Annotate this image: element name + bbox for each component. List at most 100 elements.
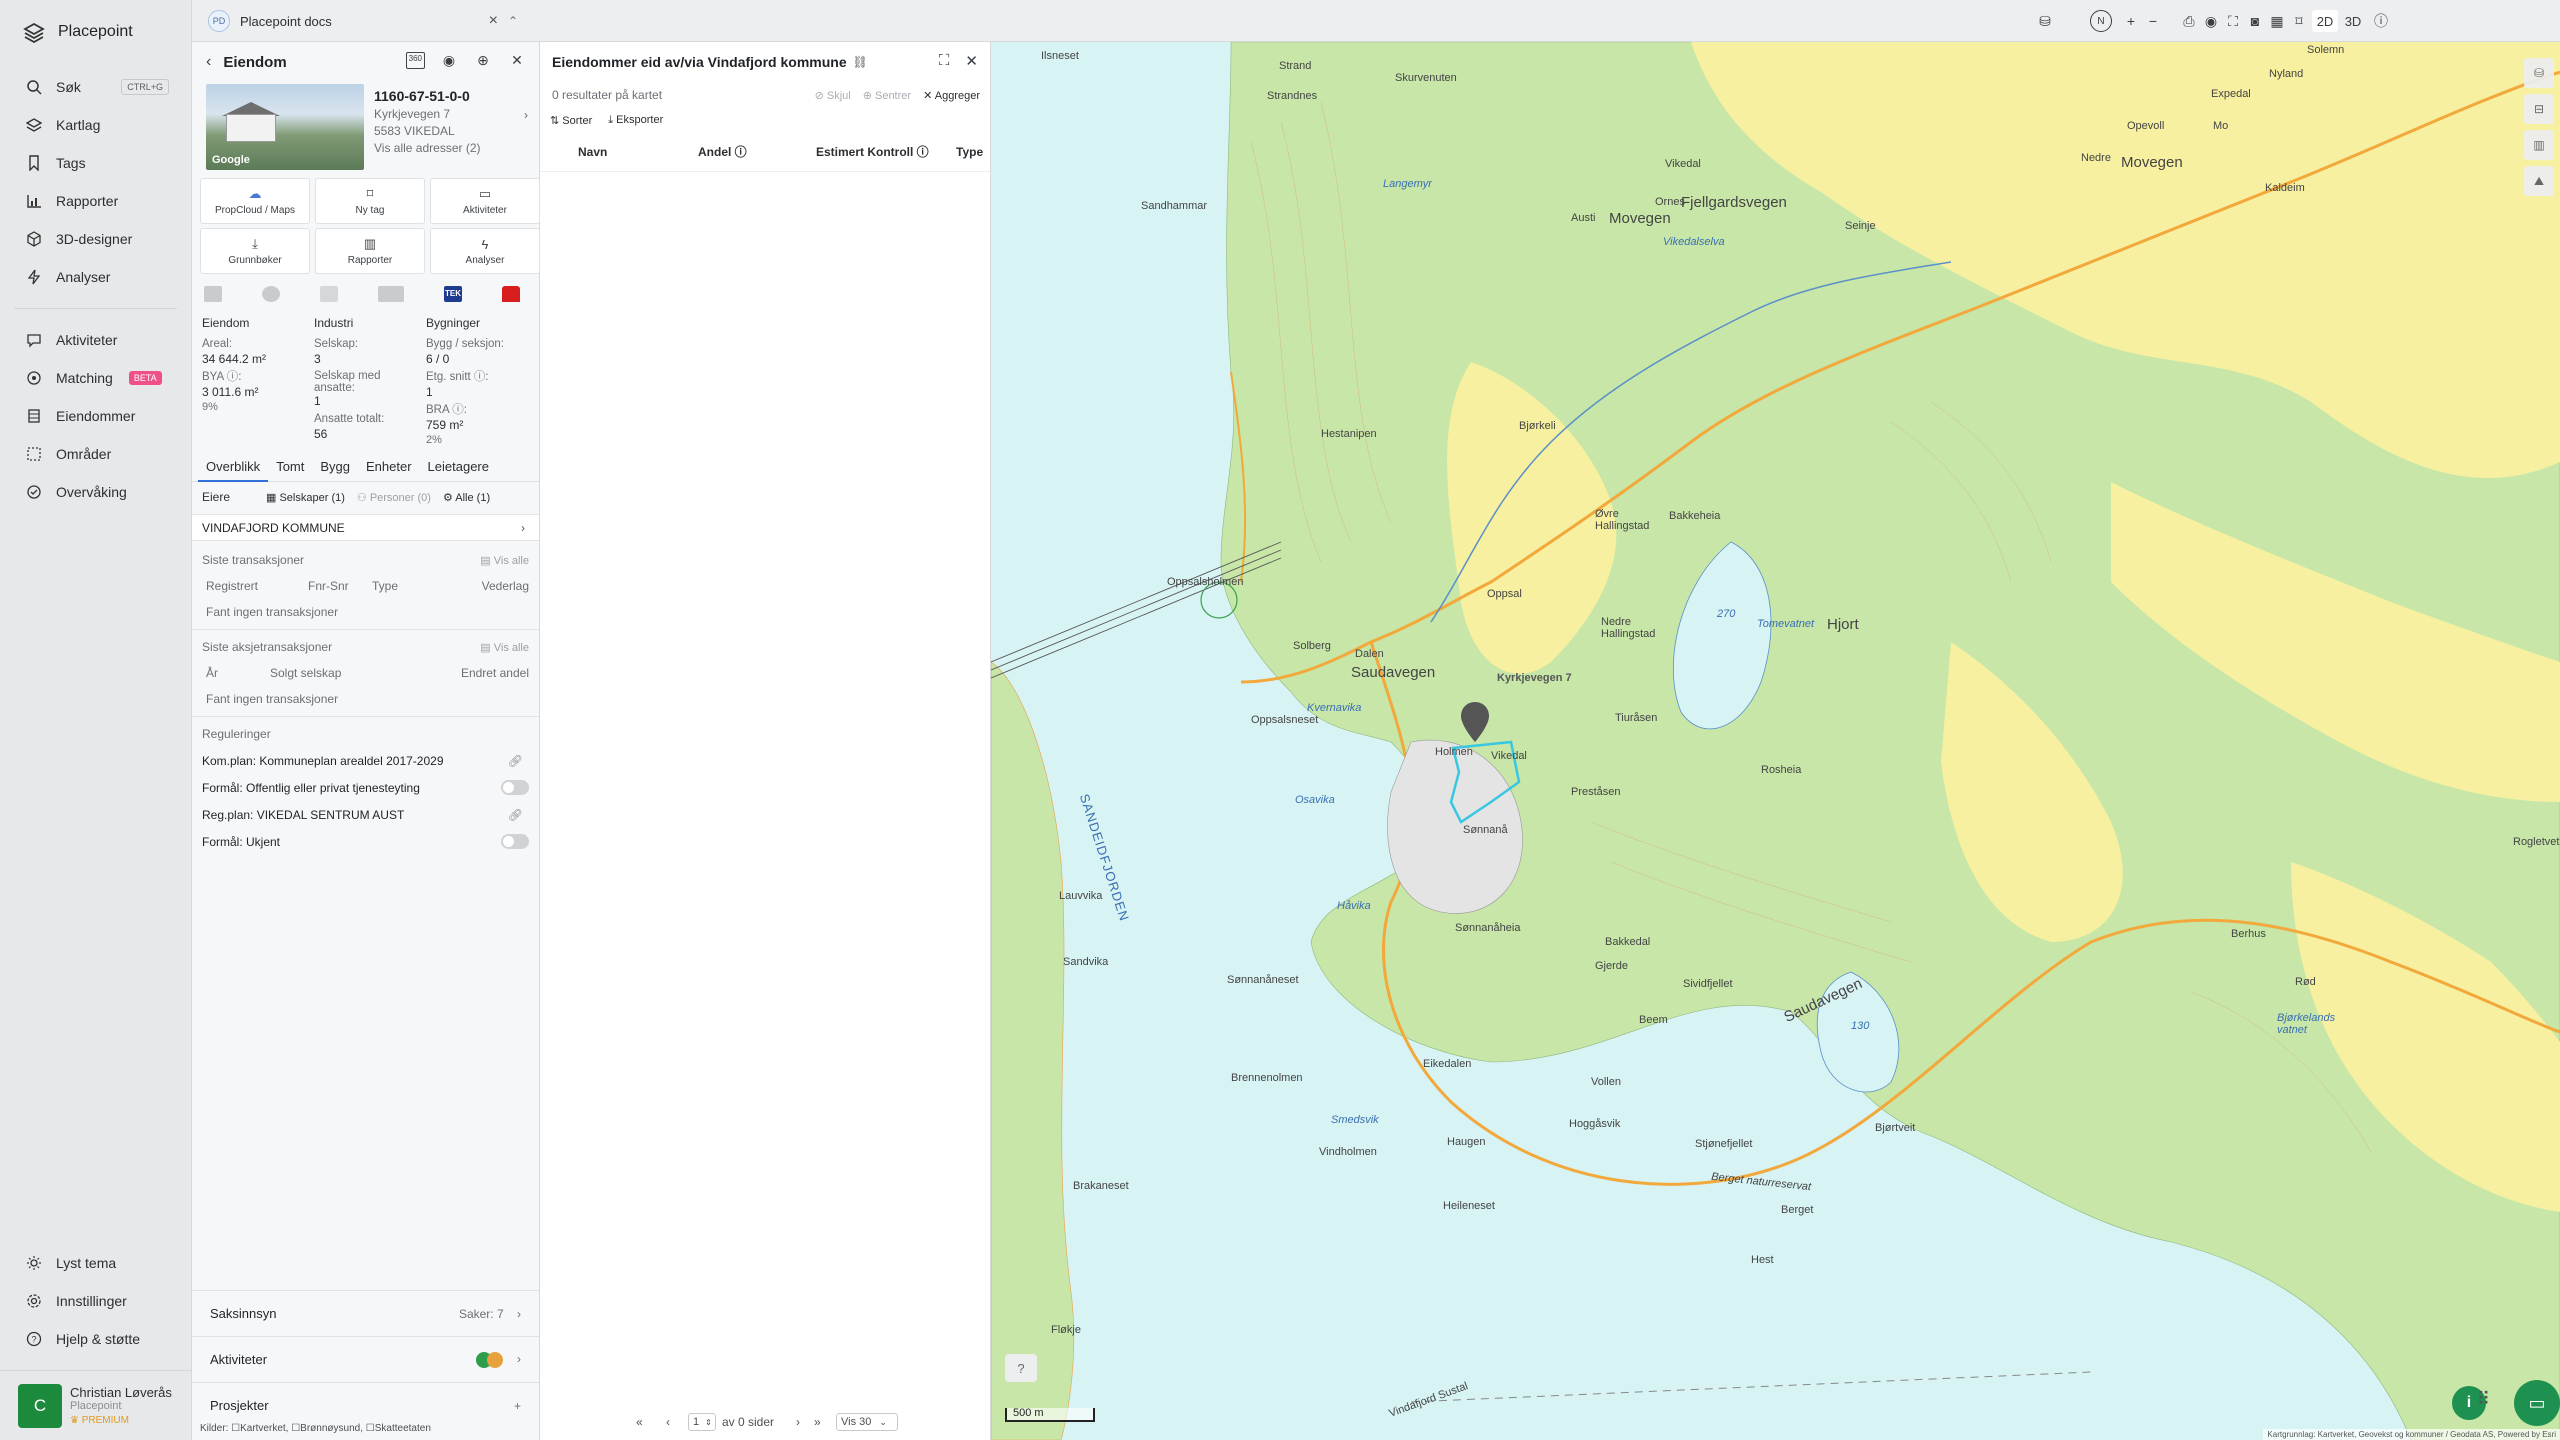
nav-item-search[interactable]: Søk CTRL+G — [0, 68, 191, 106]
add-project-button[interactable]: + — [514, 1399, 521, 1413]
zoom-in-button[interactable]: + — [2120, 10, 2142, 32]
north-compass-button[interactable]: N — [2090, 10, 2112, 32]
accordion-prosjekter[interactable]: Prosjekter + — [192, 1382, 539, 1428]
nav-item-overvaking[interactable]: Overvåking — [0, 473, 191, 511]
eye-icon[interactable]: ◉ — [2200, 10, 2222, 32]
link-icon[interactable]: ⛓ — [853, 55, 868, 69]
regulation-toggle[interactable] — [501, 834, 529, 849]
chevron-right-icon[interactable]: › — [524, 108, 528, 122]
nav-item-eiendommer[interactable]: Eiendommer — [0, 397, 191, 435]
link-icon[interactable]: 🔗︎ — [508, 808, 523, 822]
document-tab[interactable]: PD Placepoint docs × ⌃ — [200, 6, 526, 36]
nav-item-help[interactable]: ? Hjelp & støtte — [0, 1320, 191, 1358]
companies-filter[interactable]: ▦ Selskaper (1) — [266, 491, 345, 504]
nav-item-kartlag[interactable]: Kartlag — [0, 106, 191, 144]
chat-button[interactable]: ▭ — [2514, 1380, 2560, 1426]
export-button[interactable]: ⤓ Eksporter — [608, 114, 663, 127]
property-photo[interactable]: Google — [206, 84, 364, 170]
back-icon[interactable]: ‹ — [206, 53, 211, 71]
layers-stack-icon[interactable]: ⛁ — [2034, 10, 2056, 32]
print-icon[interactable]: ⎙ — [2178, 10, 2200, 32]
view-all-share-transactions-link[interactable]: ▤ Vis alle — [480, 641, 529, 654]
chart-icon[interactable]: ▥ — [2524, 130, 2554, 160]
crosshair-icon[interactable]: ⊕ — [473, 52, 493, 69]
accordion-aktiviteter[interactable]: Aktiviteter › — [192, 1336, 539, 1382]
street-view-360-button[interactable]: 360 — [405, 52, 425, 69]
prev-page-icon[interactable]: ‹ — [666, 1415, 670, 1429]
tab-enheter[interactable]: Enheter — [358, 456, 420, 482]
view-all-transactions-link[interactable]: ▤ Vis alle — [480, 554, 529, 567]
nav-item-theme[interactable]: Lyst tema — [0, 1244, 191, 1282]
all-addresses-link[interactable]: Vis alle adresser (2) — [374, 141, 481, 155]
drag-handle-icon[interactable]: ⠿ — [2477, 1389, 2490, 1410]
owner-row[interactable]: VINDAFJORD KOMMUNE › — [192, 514, 539, 541]
first-page-icon[interactable]: « — [636, 1415, 643, 1429]
nav-item-3d-designer[interactable]: 3D-designer — [0, 220, 191, 258]
persons-filter[interactable]: ⚇ Personer (0) — [357, 491, 431, 504]
column-header[interactable]: Navn — [578, 145, 607, 159]
grid-icon[interactable]: ▦ — [2266, 10, 2288, 32]
house-red-icon[interactable] — [502, 286, 520, 302]
regulation-toggle[interactable] — [501, 780, 529, 795]
layers-stack-icon[interactable]: ⛁ — [2524, 58, 2554, 88]
profile-icon[interactable]: ⛰ — [2524, 166, 2554, 196]
column-header[interactable]: Type — [956, 145, 983, 159]
nav-item-rapporter[interactable]: Rapporter — [0, 182, 191, 220]
info-icon[interactable]: ⓘ — [2370, 10, 2392, 32]
close-icon[interactable]: × — [489, 12, 498, 30]
nav-item-analyser[interactable]: Analyser — [0, 258, 191, 296]
tek-icon[interactable]: TEK — [444, 286, 462, 302]
main-nav: Placepoint Søk CTRL+G Kartlag Tags Rappo… — [0, 0, 192, 1440]
column-header[interactable]: Andel ⓘ — [698, 143, 747, 160]
accordion-saksinnsyn[interactable]: Saksinnsyn Saker: 7 › — [192, 1290, 539, 1336]
bookmark-icon[interactable]: ⌑ — [2288, 10, 2310, 32]
page-input[interactable]: 1 ⇕ — [688, 1413, 716, 1431]
nav-item-tags[interactable]: Tags — [0, 144, 191, 182]
map-canvas[interactable]: Ilsneset Strand Skurvenuten Strandnes So… — [991, 42, 2560, 1440]
mode-3d-button[interactable]: 3D — [2340, 10, 2366, 32]
mode-2d-button[interactable]: 2D — [2312, 10, 2338, 32]
last-page-icon[interactable]: » — [814, 1415, 821, 1429]
nav-item-settings[interactable]: Innstillinger — [0, 1282, 191, 1320]
tab-leietagere[interactable]: Leietagere — [420, 456, 497, 482]
eye-icon[interactable]: ◉ — [439, 52, 459, 69]
analyses-button[interactable]: ϟ Analyser — [430, 228, 540, 274]
hide-button[interactable]: ⊘ Skjul — [815, 89, 851, 102]
page-size-select[interactable]: Vis 30 ⌄ — [836, 1413, 898, 1431]
fullscreen-icon[interactable]: ⛶ — [2222, 10, 2244, 32]
nav-item-matching[interactable]: Matching BETA — [0, 359, 191, 397]
propcloud-button[interactable]: ☁ PropCloud / Maps — [200, 178, 310, 224]
globe-icon[interactable] — [262, 286, 280, 302]
grunnboker-button[interactable]: ⤓ Grunnbøker — [200, 228, 310, 274]
all-filter[interactable]: ⚙ Alle (1) — [443, 491, 490, 504]
brand[interactable]: Placepoint — [0, 0, 191, 64]
new-tag-button[interactable]: ⌑ Ny tag — [315, 178, 425, 224]
tab-bygg[interactable]: Bygg — [312, 456, 358, 482]
tab-tomt[interactable]: Tomt — [268, 456, 312, 482]
next-page-icon[interactable]: › — [796, 1415, 800, 1429]
nav-item-label: 3D-designer — [56, 231, 133, 247]
building-register-icon[interactable] — [204, 286, 222, 302]
reports-button[interactable]: ▥ Rapporter — [315, 228, 425, 274]
sort-button[interactable]: ⇅ Sorter — [550, 114, 592, 127]
user-profile[interactable]: C Christian Løverås Placepoint ♛ PREMIUM — [0, 1370, 191, 1440]
link-icon[interactable]: 🔗︎ — [508, 754, 523, 768]
industry-icon[interactable] — [320, 286, 338, 302]
property-address[interactable]: Kyrkjevegen 7 — [374, 107, 481, 121]
column-header[interactable]: Estimert Kontroll ⓘ — [816, 143, 929, 160]
expand-icon[interactable]: ⛶ — [939, 52, 950, 70]
nav-item-aktiviteter[interactable]: Aktiviteter — [0, 321, 191, 359]
close-icon[interactable]: ✕ — [965, 52, 978, 70]
aggregate-button[interactable]: ✕ Aggreger — [923, 89, 980, 102]
close-icon[interactable]: ✕ — [507, 52, 527, 69]
nav-item-omrader[interactable]: Områder — [0, 435, 191, 473]
camera-icon[interactable]: ◙ — [2244, 10, 2266, 32]
tab-overblikk[interactable]: Overblikk — [198, 456, 269, 482]
measure-icon[interactable]: ⊟ — [2524, 94, 2554, 124]
chevron-updown-icon[interactable]: ⌃ — [508, 14, 518, 28]
center-button[interactable]: ⊕ Sentrer — [863, 89, 911, 102]
stairs-icon[interactable] — [378, 286, 404, 302]
zoom-out-button[interactable]: − — [2142, 10, 2164, 32]
map-help-button[interactable]: ? — [1005, 1354, 1037, 1382]
activities-button[interactable]: ▭ Aktiviteter — [430, 178, 540, 224]
